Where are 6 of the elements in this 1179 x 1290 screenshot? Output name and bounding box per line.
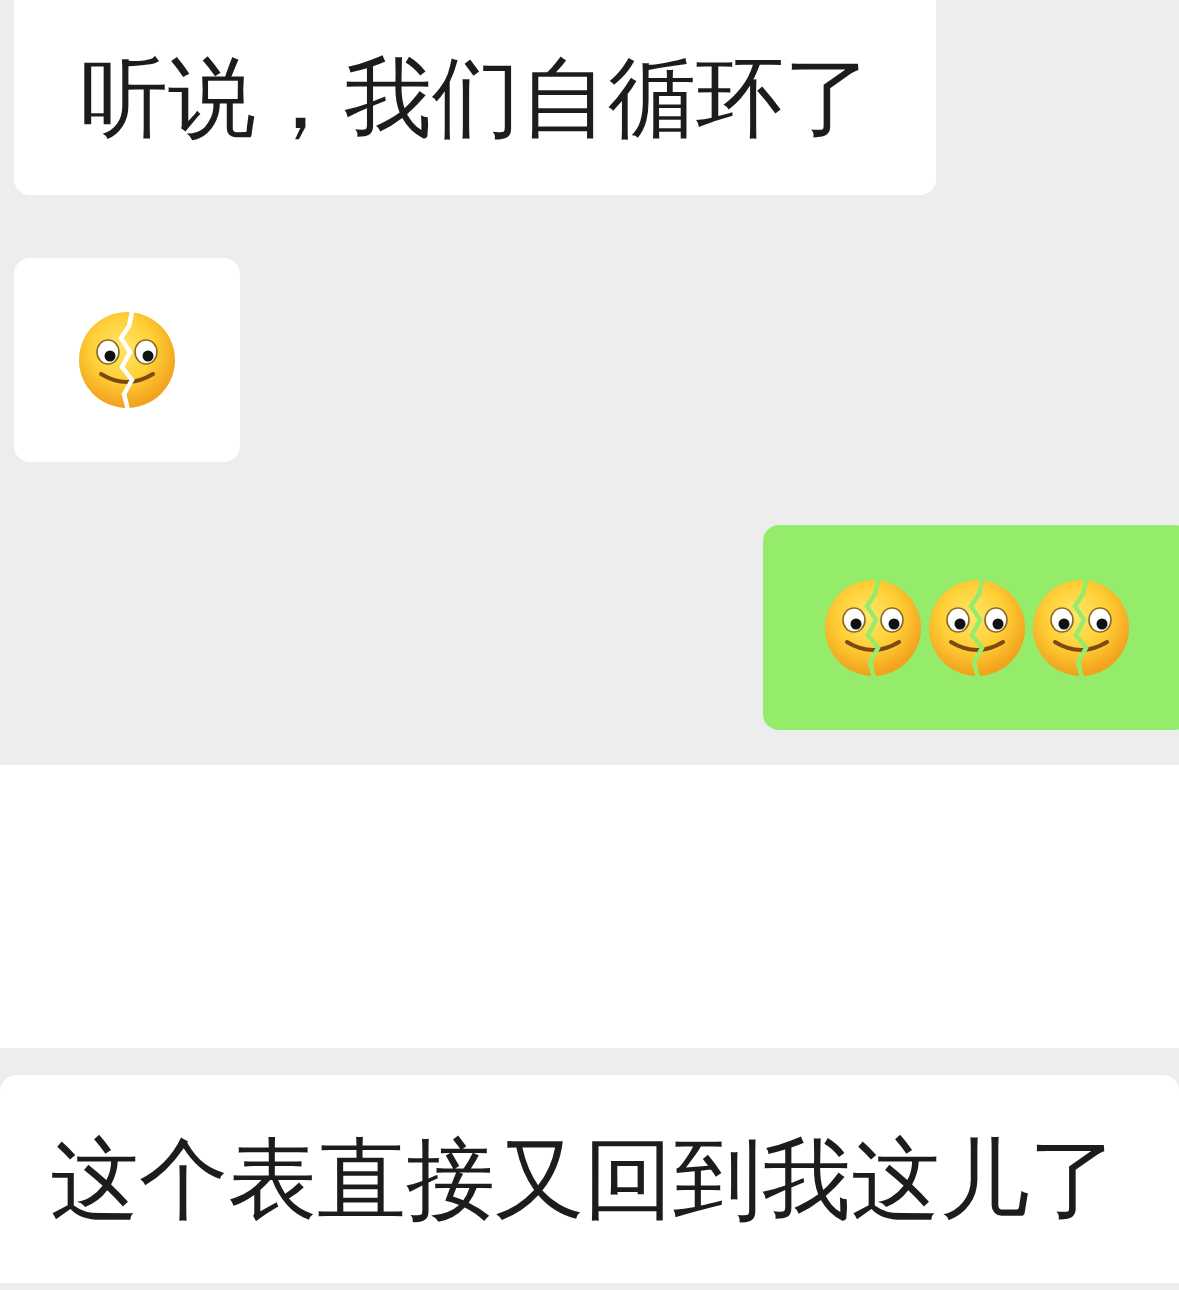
cracked-smiley-icon: [77, 310, 177, 410]
cracked-smiley-icon: [927, 577, 1027, 678]
message-bubble: 听说，我们自循环了: [14, 0, 936, 195]
cracked-smiley-icon: [823, 577, 923, 678]
cracked-smiley-icon: [1031, 577, 1131, 678]
message-bubble: 这个表直接又回到我这儿了: [0, 1075, 1179, 1283]
